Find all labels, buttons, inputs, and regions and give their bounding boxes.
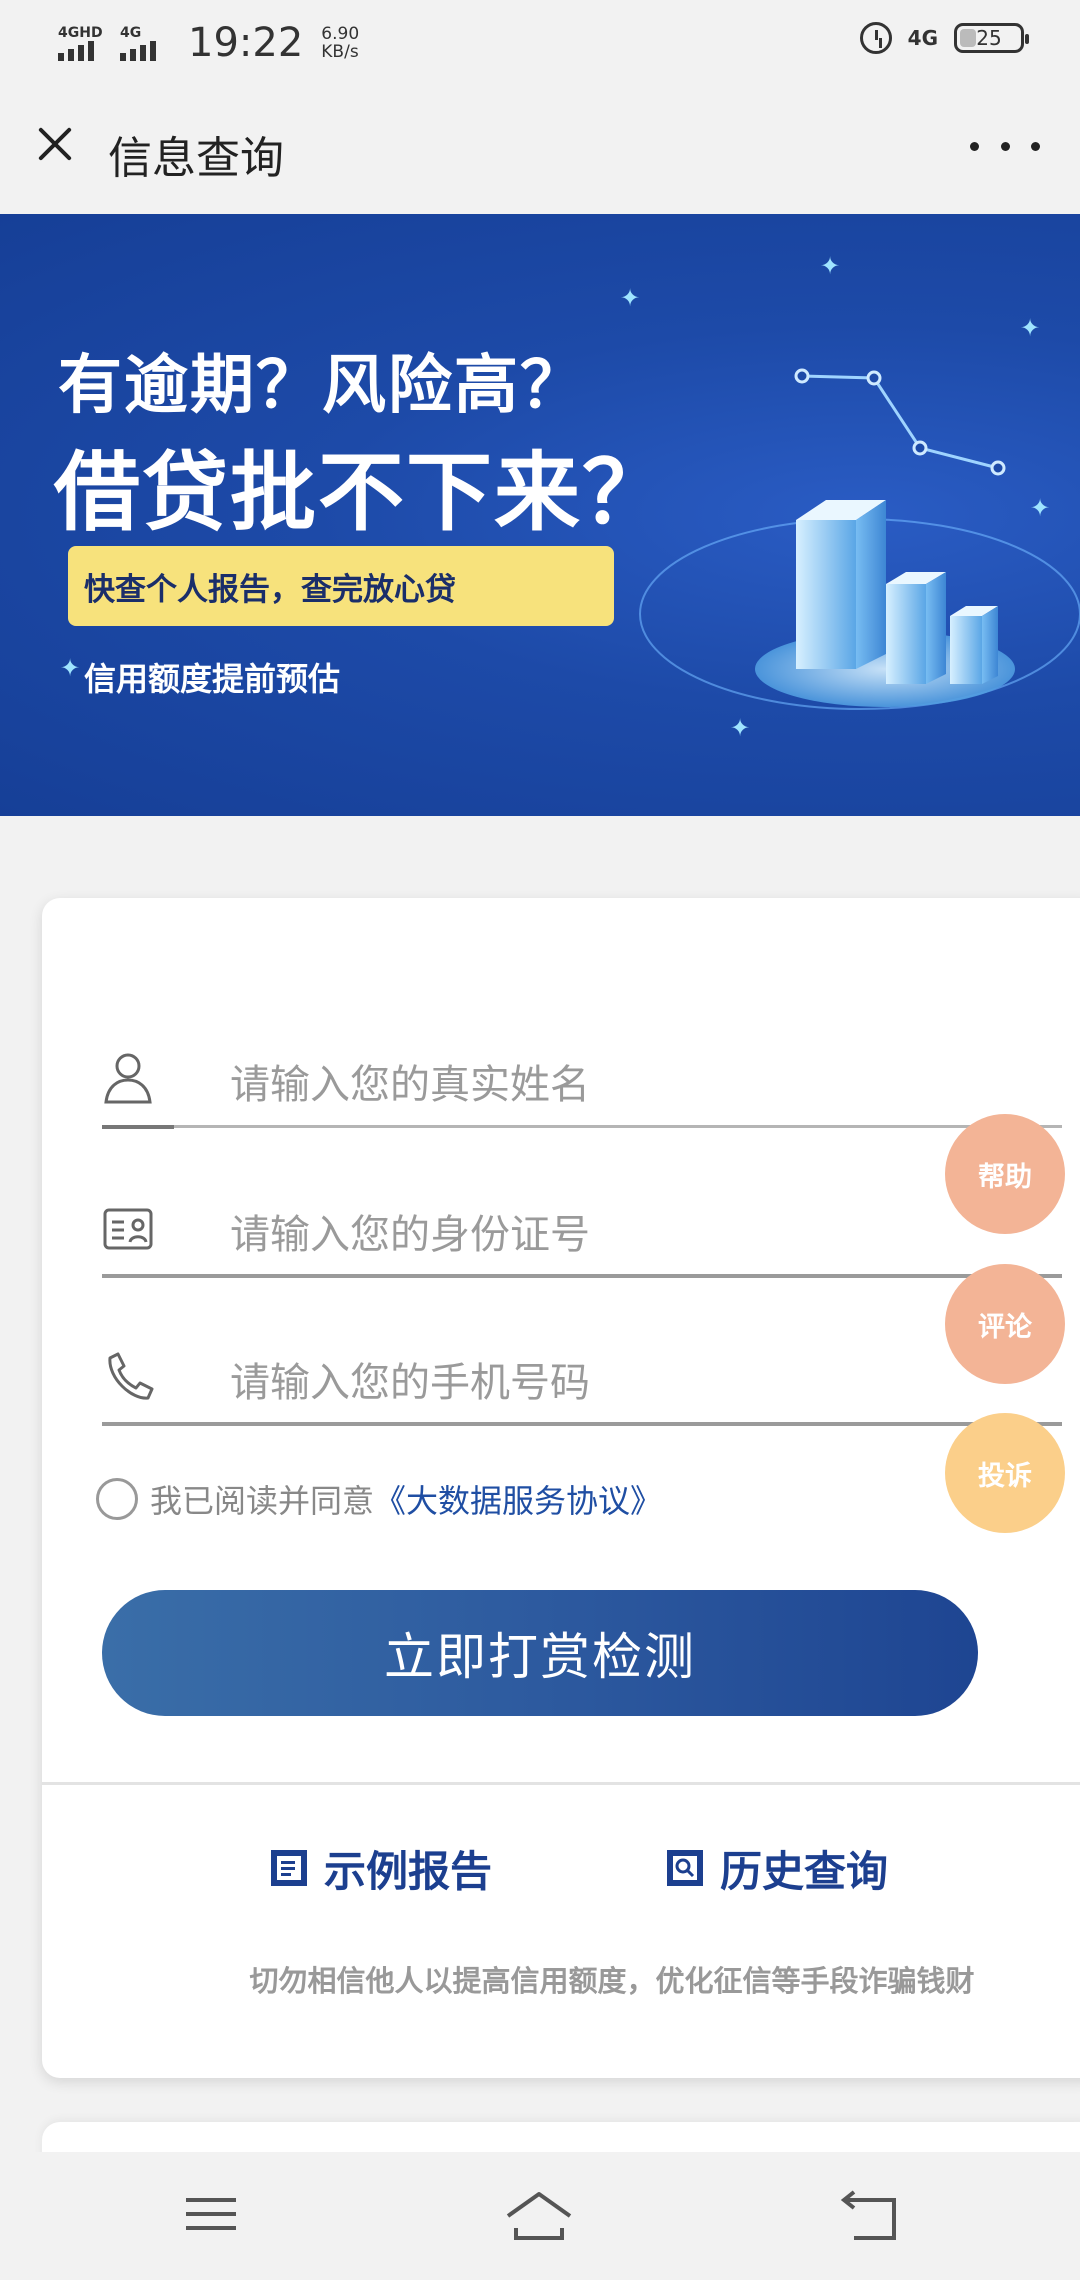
id-input-placeholder[interactable]: 请输入您的身份证号 xyxy=(230,1202,590,1260)
fraud-notice: 切勿相信他人以提高信用额度，优化征信等手段诈骗钱财 xyxy=(249,1964,975,1998)
agree-text: 我已阅读并同意 xyxy=(150,1482,375,1520)
banner-pill: 快查个人报告，查完放心贷 xyxy=(68,546,614,626)
history-icon xyxy=(667,1850,703,1886)
sample-report-label[interactable]: 示例报告 xyxy=(324,1838,492,1899)
agreement-row: 我已阅读并同意 《大数据服务协议》 xyxy=(96,1476,662,1522)
back-icon[interactable] xyxy=(836,2188,906,2244)
agree-radio[interactable] xyxy=(96,1478,138,1520)
alarm-icon xyxy=(859,22,892,54)
name-input-placeholder[interactable]: 请输入您的真实姓名 xyxy=(230,1052,590,1110)
top-nav: 信息查询 xyxy=(0,86,1080,214)
page-title: 信息查询 xyxy=(108,133,284,184)
help-button[interactable]: 帮助 xyxy=(945,1114,1065,1234)
phone-icon xyxy=(108,1352,154,1400)
status-left: 4GHD 4G 19:22 6.90 KB/s xyxy=(58,18,359,68)
complaint-button[interactable]: 投诉 xyxy=(945,1413,1065,1533)
history-query-link[interactable]: 历史查询 xyxy=(664,1828,888,1908)
quick-links: 示例报告 历史查询 xyxy=(42,1828,1080,1908)
user-icon xyxy=(104,1053,152,1104)
id-number-field[interactable]: 请输入您的身份证号 xyxy=(102,1178,1062,1278)
agreement-link[interactable]: 《大数据服务协议》 xyxy=(374,1476,662,1522)
home-icon[interactable] xyxy=(504,2188,574,2244)
network-label-right: 4G xyxy=(907,26,938,50)
report-icon xyxy=(271,1850,307,1886)
sparkle-icon: ✦ xyxy=(60,654,81,682)
system-nav-bar xyxy=(0,2152,1080,2280)
sample-report-link[interactable]: 示例报告 xyxy=(268,1828,492,1908)
network-speed: 6.90 KB/s xyxy=(321,25,359,61)
id-card-icon xyxy=(103,1208,153,1250)
phone-input-placeholder[interactable]: 请输入您的手机号码 xyxy=(230,1350,590,1408)
promo-banner[interactable]: ✦ ✦ ✦ ✦ ✦ ✦ 有逾期？风险高？ 借贷批不下来？ 快查个人报告，查完放心… xyxy=(0,214,1080,816)
menu-icon[interactable] xyxy=(176,2188,246,2244)
network-label-1: 4GHD xyxy=(58,25,103,41)
bar-chart-illustration xyxy=(639,368,1080,710)
query-card: 请输入您的真实姓名 请输入您的身份证号 请输入您的手机号码 我已阅读并同意 《大… xyxy=(42,898,1080,2078)
divider xyxy=(42,1782,1080,1785)
banner-headline-1: 有逾期？风险高？ xyxy=(58,349,586,423)
more-icon[interactable] xyxy=(970,134,1040,158)
battery-icon: 25 xyxy=(954,23,1029,53)
battery-level: 25 xyxy=(976,26,1002,50)
phone-field[interactable]: 请输入您的手机号码 xyxy=(102,1326,1062,1426)
speed-unit: KB/s xyxy=(321,42,359,62)
banner-headline-2: 借贷批不下来？ xyxy=(54,443,670,543)
comment-button[interactable]: 评论 xyxy=(945,1264,1065,1384)
submit-button[interactable]: 立即打赏检测 xyxy=(102,1590,978,1716)
signal-icon-2: 4G xyxy=(120,23,172,63)
network-label-2: 4G xyxy=(120,25,142,41)
banner-subtitle: 信用额度提前预估 xyxy=(84,660,341,698)
status-bar: 4GHD 4G 19:22 6.90 KB/s 4G 25 xyxy=(0,0,1080,86)
speed-value: 6.90 xyxy=(321,24,360,44)
history-query-label[interactable]: 历史查询 xyxy=(720,1838,888,1899)
close-icon[interactable] xyxy=(30,118,80,168)
status-right: 4G 25 xyxy=(859,22,1029,54)
name-field[interactable]: 请输入您的真实姓名 xyxy=(102,1028,1062,1129)
status-time: 19:22 xyxy=(188,20,304,66)
input-focus-indicator xyxy=(102,1125,174,1129)
signal-icon-1: 4GHD xyxy=(58,23,110,63)
